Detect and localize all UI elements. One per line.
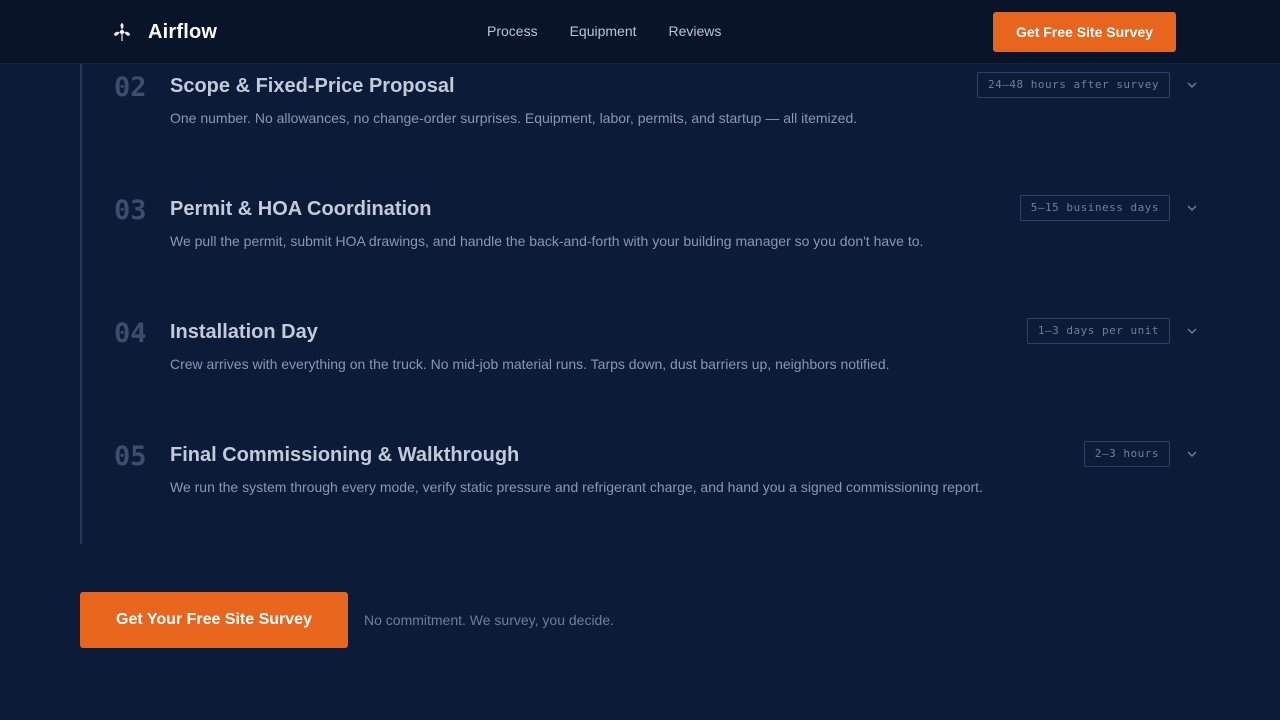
brand-name: Airflow bbox=[148, 20, 218, 43]
chevron-down-icon[interactable] bbox=[1186, 202, 1198, 214]
nav-link-process[interactable]: Process bbox=[487, 23, 538, 39]
process-step-02[interactable]: 02 Scope & Fixed-Price Proposal One numb… bbox=[114, 72, 1204, 132]
step-title: Scope & Fixed-Price Proposal bbox=[170, 75, 455, 97]
step-title: Installation Day bbox=[170, 321, 318, 343]
step-duration-badge: 5–15 business days bbox=[1019, 195, 1170, 221]
cta-note: No commitment. We survey, you decide. bbox=[364, 612, 615, 628]
step-description: We run the system through every mode, ve… bbox=[170, 479, 983, 495]
step-duration-badge: 1–3 days per unit bbox=[1026, 318, 1170, 344]
chevron-down-icon[interactable] bbox=[1186, 448, 1198, 460]
step-duration-badge: 2–3 hours bbox=[1083, 441, 1170, 467]
top-navigation-bar: Airflow Process Equipment Reviews Get Fr… bbox=[0, 0, 1280, 64]
nav-link-reviews[interactable]: Reviews bbox=[669, 23, 722, 39]
get-your-free-site-survey-button[interactable]: Get Your Free Site Survey bbox=[80, 592, 348, 648]
main-nav: Process Equipment Reviews bbox=[487, 23, 721, 39]
get-free-site-survey-button[interactable]: Get Free Site Survey bbox=[993, 12, 1176, 52]
step-duration-badge: 24–48 hours after survey bbox=[977, 72, 1170, 98]
step-title: Permit & HOA Coordination bbox=[170, 198, 432, 220]
process-step-03[interactable]: 03 Permit & HOA Coordination We pull the… bbox=[114, 195, 1204, 255]
timeline-line bbox=[80, 64, 82, 544]
process-step-04[interactable]: 04 Installation Day Crew arrives with ev… bbox=[114, 318, 1204, 378]
brand[interactable]: Airflow bbox=[112, 18, 217, 46]
fan-icon bbox=[114, 23, 130, 41]
step-number: 03 bbox=[114, 195, 147, 226]
step-number: 02 bbox=[114, 72, 147, 103]
process-step-05[interactable]: 05 Final Commissioning & Walkthrough We … bbox=[114, 441, 1204, 501]
step-description: One number. No allowances, no change-ord… bbox=[170, 110, 858, 126]
step-description: We pull the permit, submit HOA drawings,… bbox=[170, 233, 924, 249]
step-number: 05 bbox=[114, 441, 147, 472]
chevron-down-icon[interactable] bbox=[1186, 79, 1198, 91]
step-number: 04 bbox=[114, 318, 147, 349]
step-description: Crew arrives with everything on the truc… bbox=[170, 356, 890, 372]
step-title: Final Commissioning & Walkthrough bbox=[170, 444, 520, 466]
nav-link-equipment[interactable]: Equipment bbox=[570, 23, 637, 39]
chevron-down-icon[interactable] bbox=[1186, 325, 1198, 337]
